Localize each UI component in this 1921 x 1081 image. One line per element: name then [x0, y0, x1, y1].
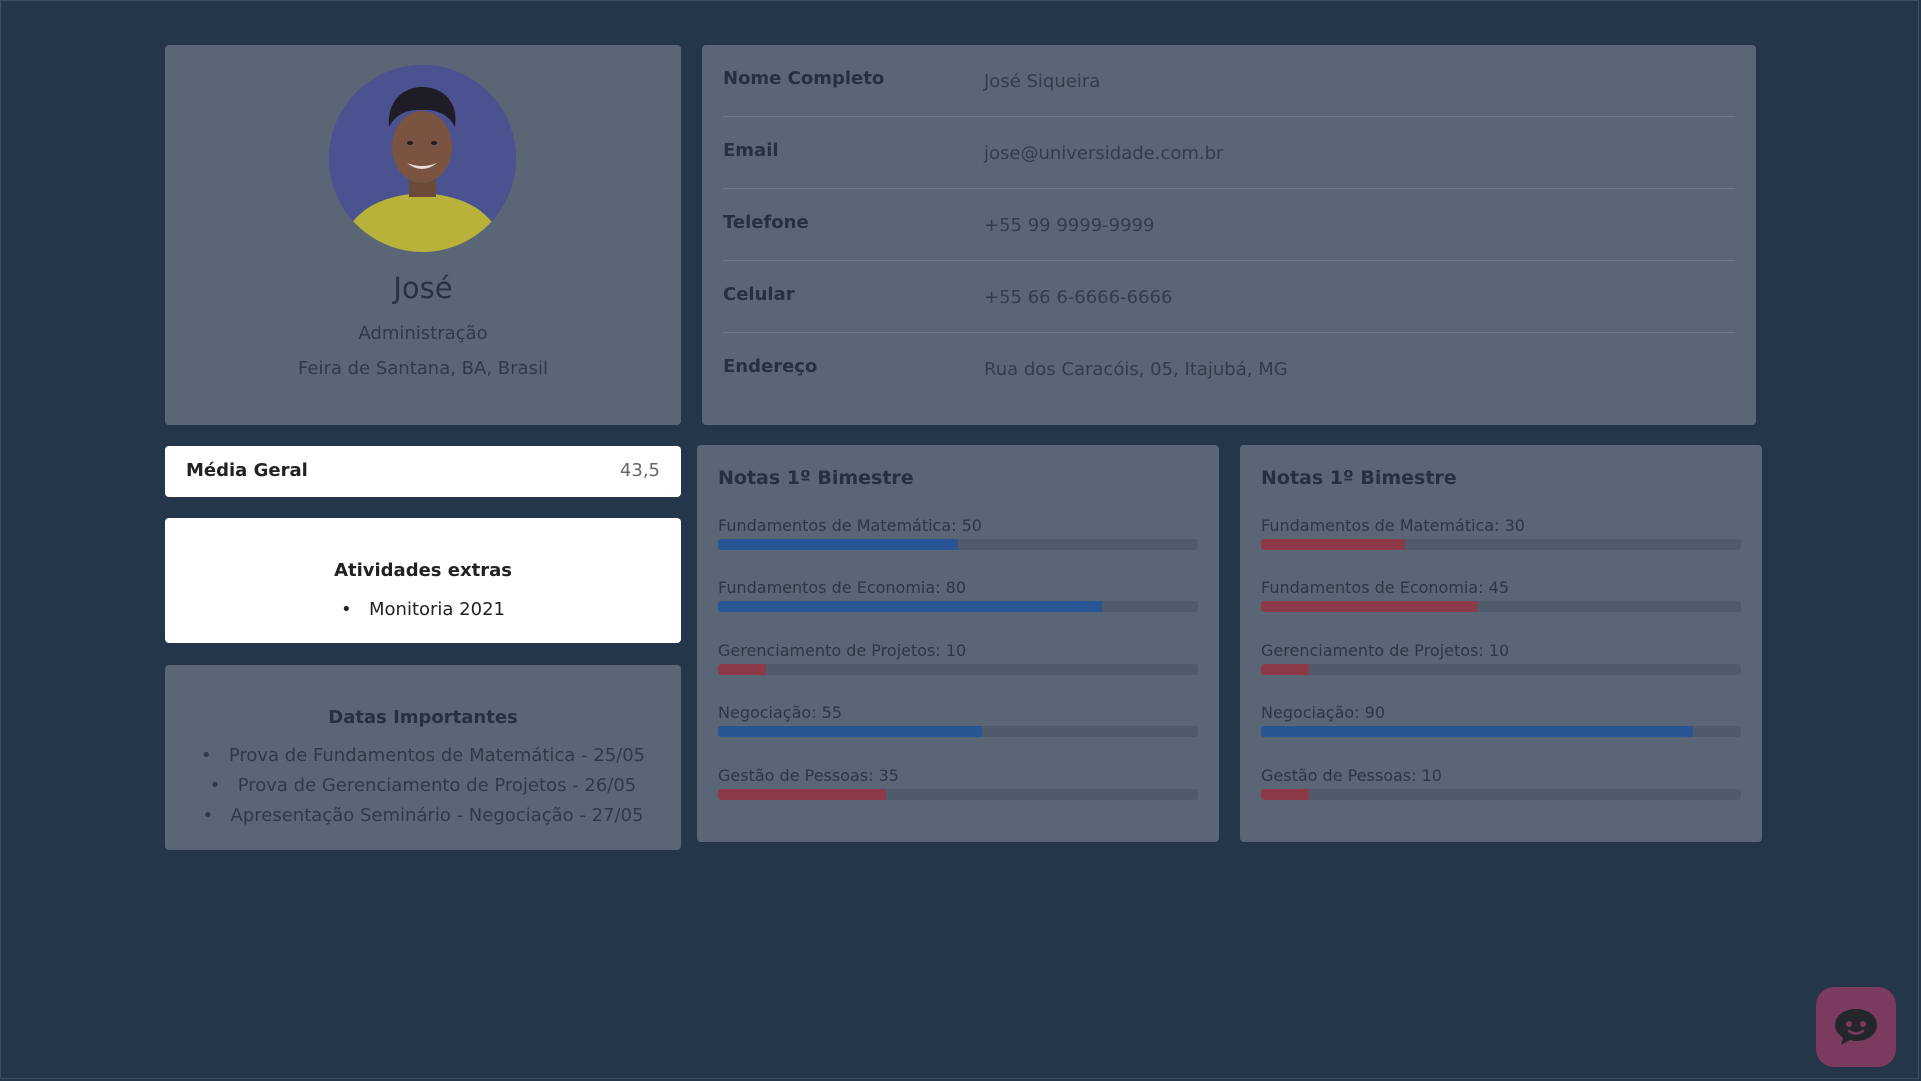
media-geral-value: 43,5 — [619, 460, 660, 481]
info-value: +55 99 9999-9999 — [984, 215, 1155, 236]
grade-bar-track — [1261, 601, 1741, 612]
atividades-card: Atividades extras Monitoria 2021 — [165, 518, 681, 643]
grade-bar-fill — [718, 664, 766, 675]
info-label: Telefone — [723, 212, 809, 233]
grade-label: Gerenciamento de Projetos: 10 — [1261, 641, 1510, 660]
grade-bar-track — [718, 601, 1198, 612]
grade-label: Fundamentos de Matemática: 50 — [718, 516, 982, 535]
grade-label: Fundamentos de Economia: 80 — [718, 578, 967, 597]
grade-bar-row: Fundamentos de Matemática: 50 — [718, 515, 1198, 555]
grade-label: Gestão de Pessoas: 10 — [1261, 766, 1442, 785]
grade-label: Fundamentos de Matemática: 30 — [1261, 516, 1525, 535]
grade-bar-fill — [718, 601, 1102, 612]
info-label: Nome Completo — [723, 68, 885, 89]
list-item-text: Apresentação Seminário - Negociação - 27… — [230, 805, 644, 826]
list-item-text: Monitoria 2021 — [369, 599, 505, 620]
info-label: Endereço — [723, 356, 818, 377]
grade-bar-fill — [1261, 664, 1309, 675]
info-row-email: Email jose@universidade.com.br — [723, 117, 1735, 189]
grade-label: Negociação: 55 — [718, 703, 843, 722]
grade-bar-track — [718, 789, 1198, 800]
grade-bar-fill — [1261, 726, 1693, 737]
grade-bar-row: Gerenciamento de Projetos: 10 — [1261, 640, 1741, 680]
info-row-endereco: Endereço Rua dos Caracóis, 05, Itajubá, … — [723, 333, 1735, 404]
info-row-celular: Celular +55 66 6-6666-6666 — [723, 261, 1735, 333]
grade-bar-row: Gestão de Pessoas: 35 — [718, 765, 1198, 805]
grade-bar-track — [718, 664, 1198, 675]
grade-bar-fill — [718, 726, 982, 737]
grade-bar-track — [718, 726, 1198, 737]
datas-card: Datas Importantes Prova de Fundamentos d… — [165, 665, 681, 850]
grade-bar-fill — [1261, 539, 1405, 550]
media-geral-card: Média Geral 43,5 — [165, 446, 681, 497]
info-label: Email — [723, 140, 779, 161]
grade-bar-track — [1261, 664, 1741, 675]
info-label: Celular — [723, 284, 795, 305]
info-row-nome: Nome Completo José Siqueira — [723, 45, 1735, 117]
list-item: Monitoria 2021 — [165, 595, 681, 625]
grade-bar-track — [718, 539, 1198, 550]
grade-label: Gestão de Pessoas: 35 — [718, 766, 899, 785]
grade-bar-row: Negociação: 90 — [1261, 702, 1741, 742]
info-value: +55 66 6-6666-6666 — [984, 287, 1173, 308]
list-item-text: Prova de Gerenciamento de Projetos - 26/… — [237, 775, 637, 796]
grade-label: Gerenciamento de Projetos: 10 — [718, 641, 967, 660]
grade-bar-track — [1261, 789, 1741, 800]
chat-bubble-icon — [1835, 1009, 1877, 1045]
grade-label: Negociação: 90 — [1261, 703, 1386, 722]
list-item: Prova de Fundamentos de Matemática - 25/… — [165, 741, 681, 771]
grade-bar-row: Negociação: 55 — [718, 702, 1198, 742]
avatar-image — [329, 65, 516, 252]
atividades-title: Atividades extras — [334, 560, 512, 581]
avatar — [329, 65, 516, 252]
grade-bar-row: Fundamentos de Economia: 80 — [718, 577, 1198, 617]
profile-course: Administração — [358, 323, 488, 344]
list-item: Prova de Gerenciamento de Projetos - 26/… — [165, 771, 681, 801]
grade-bar-fill — [1261, 789, 1309, 800]
datas-list: Prova de Fundamentos de Matemática - 25/… — [165, 741, 681, 831]
notas-card-2: Notas 1º Bimestre Fundamentos de Matemát… — [1240, 445, 1762, 842]
grade-bar-row: Gestão de Pessoas: 10 — [1261, 765, 1741, 805]
grade-bar-row: Fundamentos de Economia: 45 — [1261, 577, 1741, 617]
chat-button[interactable] — [1816, 987, 1896, 1067]
notas-card-1: Notas 1º Bimestre Fundamentos de Matemát… — [697, 445, 1219, 842]
grade-label: Fundamentos de Economia: 45 — [1261, 578, 1510, 597]
grade-bar-row: Gerenciamento de Projetos: 10 — [718, 640, 1198, 680]
info-row-telefone: Telefone +55 99 9999-9999 — [723, 189, 1735, 261]
media-geral-label: Média Geral — [186, 460, 308, 481]
notas-title: Notas 1º Bimestre — [718, 467, 914, 489]
profile-name: José — [393, 271, 453, 305]
info-value: Rua dos Caracóis, 05, Itajubá, MG — [984, 359, 1288, 380]
notas-title: Notas 1º Bimestre — [1261, 467, 1457, 489]
profile-location: Feira de Santana, BA, Brasil — [298, 358, 548, 379]
datas-title: Datas Importantes — [328, 707, 518, 728]
grade-bar-fill — [718, 789, 886, 800]
grade-bar-track — [1261, 726, 1741, 737]
atividades-list: Monitoria 2021 — [165, 595, 681, 625]
list-item-text: Prova de Fundamentos de Matemática - 25/… — [228, 745, 646, 766]
info-card: Nome Completo José Siqueira Email jose@u… — [702, 45, 1756, 425]
list-item: Apresentação Seminário - Negociação - 27… — [165, 801, 681, 831]
grade-bar-fill — [718, 539, 958, 550]
profile-card: José Administração Feira de Santana, BA,… — [165, 45, 681, 425]
info-value: jose@universidade.com.br — [984, 143, 1224, 164]
grade-bar-fill — [1261, 601, 1477, 612]
grade-bar-row: Fundamentos de Matemática: 30 — [1261, 515, 1741, 555]
info-value: José Siqueira — [984, 71, 1101, 92]
grade-bar-track — [1261, 539, 1741, 550]
